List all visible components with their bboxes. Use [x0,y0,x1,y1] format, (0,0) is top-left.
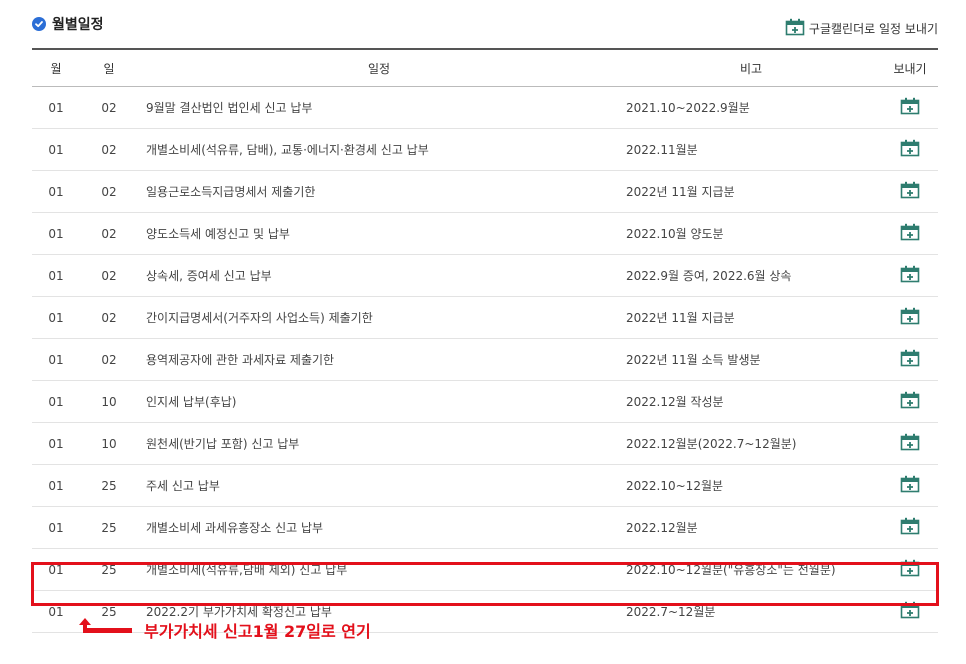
cell-note: 2022년 11월 지급분 [620,170,882,213]
page-title: 월별일정 [52,17,104,33]
cell-task: 인지세 납부(후납) [138,380,620,423]
cell-task: 개별소비세(석유류, 담배), 교통·에너지·환경세 신고 납부 [138,128,620,171]
calendar-add-icon[interactable] [900,307,920,328]
cell-month: 01 [32,338,80,381]
column-header-month: 월 [32,48,80,87]
cell-month: 01 [32,464,80,507]
calendar-add-icon[interactable] [900,433,920,454]
cell-day: 25 [80,464,138,507]
cell-day: 10 [80,380,138,423]
cell-note: 2022.12월 작성분 [620,380,882,423]
table-row: 01 02 9월말 결산법인 법인세 신고 납부 2021.10~2022.9월분 [32,86,938,129]
export-label: 구글캘린더로 일정 보내기 [808,22,938,36]
cell-send [882,296,938,339]
cell-task: 간이지급명세서(거주자의 사업소득) 제출기한 [138,296,620,339]
cell-day: 02 [80,170,138,213]
cell-task: 주세 신고 납부 [138,464,620,507]
cell-task: 원천세(반기납 포함) 신고 납부 [138,422,620,465]
column-header-note: 비고 [620,48,882,87]
cell-day: 02 [80,128,138,171]
cell-send [882,338,938,381]
google-calendar-export-link[interactable]: 구글캘린더로 일정 보내기 [785,18,938,39]
calendar-add-icon[interactable] [900,475,920,496]
cell-send [882,86,938,129]
cell-day: 10 [80,422,138,465]
cell-send [882,506,938,549]
table-row: 01 02 일용근로소득지급명세서 제출기한 2022년 11월 지급분 [32,170,938,213]
annotation-text: 부가가치세 신고1월 27일로 연기 [144,622,371,641]
cell-month: 01 [32,380,80,423]
table-row: 01 02 개별소비세(석유류, 담배), 교통·에너지·환경세 신고 납부 2022… [32,128,938,171]
check-circle-icon [32,17,46,31]
cell-month: 01 [32,86,80,129]
cell-send [882,464,938,507]
cell-task: 양도소득세 예정신고 및 납부 [138,212,620,255]
cell-day: 02 [80,254,138,297]
cell-task: 개별소비세 과세유흥장소 신고 납부 [138,506,620,549]
cell-day: 25 [80,506,138,549]
cell-note: 2022.10월 양도분 [620,212,882,255]
cell-note: 2022년 11월 지급분 [620,296,882,339]
cell-task: 9월말 결산법인 법인세 신고 납부 [138,86,620,129]
table-row: 01 02 용역제공자에 관한 과세자료 제출기한 2022년 11월 소득 발생분 [32,338,938,381]
annotation: 부가가치세 신고1월 27일로 연기 [78,617,371,643]
cell-day: 02 [80,86,138,129]
cell-task: 상속세, 증여세 신고 납부 [138,254,620,297]
cell-note: 2022.10~12월분 [620,464,882,507]
calendar-add-icon [785,18,805,39]
cell-send [882,170,938,213]
calendar-add-icon[interactable] [900,181,920,202]
cell-day: 02 [80,212,138,255]
table-row: 01 10 인지세 납부(후납) 2022.12월 작성분 [32,380,938,423]
title-group: 월별일정 [32,14,104,34]
table-header-row: 월 일 일정 비고 보내기 [32,48,938,87]
table-row: 01 02 간이지급명세서(거주자의 사업소득) 제출기한 2022년 11월 지급분 [32,296,938,339]
column-header-send: 보내기 [882,48,938,87]
cell-note: 2022.9월 증여, 2022.6월 상속 [620,254,882,297]
cell-task: 일용근로소득지급명세서 제출기한 [138,170,620,213]
cell-note: 2022.11월분 [620,128,882,171]
cell-day: 02 [80,296,138,339]
cell-month: 01 [32,254,80,297]
table-row: 01 10 원천세(반기납 포함) 신고 납부 2022.12월분(2022.7~12… [32,422,938,465]
cell-month: 01 [32,506,80,549]
cell-month: 01 [32,212,80,255]
calendar-add-icon[interactable] [900,349,920,370]
cell-note: 2022.12월분 [620,506,882,549]
calendar-add-icon[interactable] [900,223,920,244]
calendar-add-icon[interactable] [900,517,920,538]
section-header: 월별일정 구글캘린더로 일정 보내기 [32,14,938,42]
cell-month: 01 [32,170,80,213]
cell-month: 01 [32,296,80,339]
cell-month: 01 [32,422,80,465]
table-row: 01 02 상속세, 증여세 신고 납부 2022.9월 증여, 2022.6월 상속 [32,254,938,297]
table-row: 01 02 양도소득세 예정신고 및 납부 2022.10월 양도분 [32,212,938,255]
highlight-box [31,562,939,606]
table-row: 01 25 개별소비세 과세유흥장소 신고 납부 2022.12월분 [32,506,938,549]
cell-send [882,212,938,255]
cell-task: 용역제공자에 관한 과세자료 제출기한 [138,338,620,381]
column-header-day: 일 [80,48,138,87]
cell-send [882,380,938,423]
cell-send [882,128,938,171]
column-header-task: 일정 [138,48,620,87]
table-row: 01 25 주세 신고 납부 2022.10~12월분 [32,464,938,507]
cell-note: 2022년 11월 소득 발생분 [620,338,882,381]
calendar-add-icon[interactable] [900,391,920,412]
cell-send [882,422,938,465]
schedule-table: 월 일 일정 비고 보내기 01 02 9월말 결산법인 법인세 신고 납부 2021… [32,48,938,633]
calendar-add-icon[interactable] [900,97,920,118]
cell-send [882,254,938,297]
cell-month: 01 [32,128,80,171]
cell-day: 02 [80,338,138,381]
calendar-add-icon[interactable] [900,139,920,160]
calendar-add-icon[interactable] [900,265,920,286]
cell-note: 2021.10~2022.9월분 [620,86,882,129]
cell-note: 2022.12월분(2022.7~12월분) [620,422,882,465]
arrow-icon [78,617,134,643]
